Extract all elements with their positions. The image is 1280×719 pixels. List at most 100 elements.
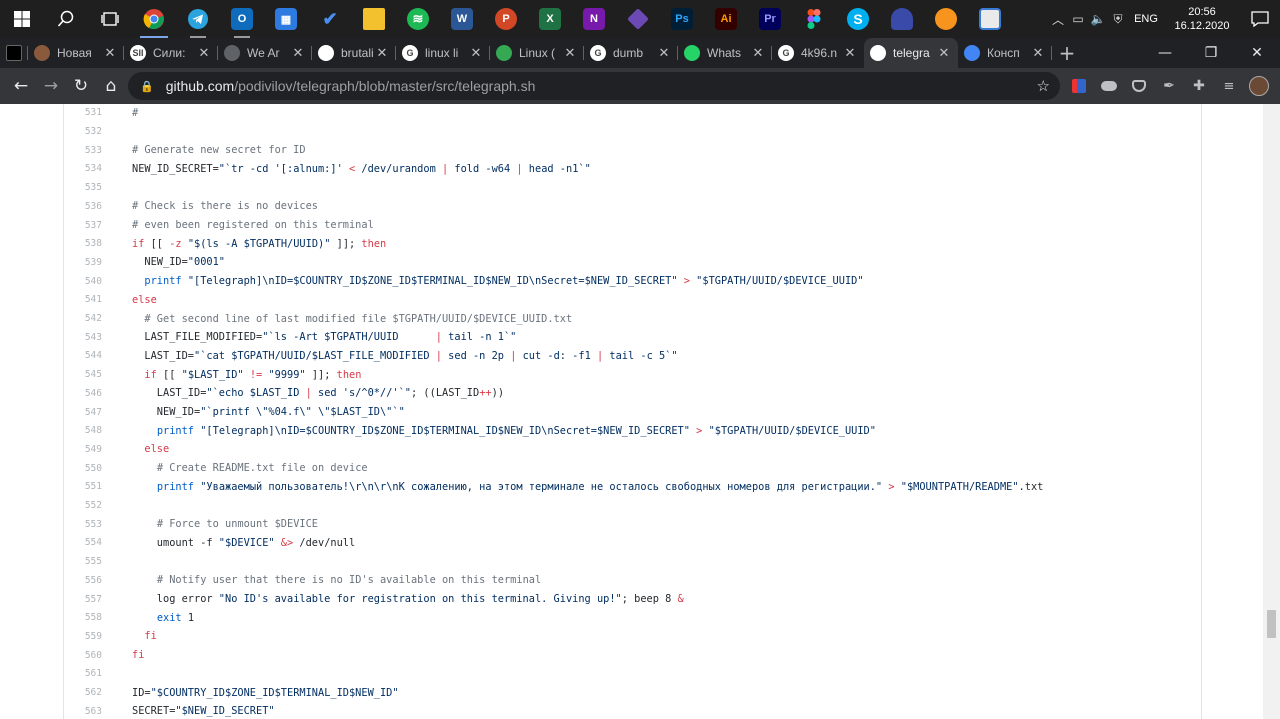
line-number[interactable]: 560 xyxy=(64,650,102,661)
maximize-icon[interactable]: ❐ xyxy=(1188,38,1234,68)
line-number[interactable]: 556 xyxy=(64,575,102,586)
line-number[interactable]: 547 xyxy=(64,407,102,418)
reload-icon[interactable]: ↻ xyxy=(66,68,96,104)
tab-close-icon[interactable]: ✕ xyxy=(656,45,672,61)
taskbar-file-explorer[interactable] xyxy=(352,0,396,38)
line-number[interactable]: 537 xyxy=(64,220,102,231)
extensions-puzzle-icon[interactable]: ✚ xyxy=(1184,68,1214,104)
line-number[interactable]: 543 xyxy=(64,332,102,343)
browser-tab[interactable]: Консп ✕ xyxy=(958,38,1052,68)
pocket-icon[interactable] xyxy=(1124,68,1154,104)
tab-close-icon[interactable]: ✕ xyxy=(936,45,952,61)
line-number[interactable]: 549 xyxy=(64,444,102,455)
line-number[interactable]: 563 xyxy=(64,706,102,717)
line-number[interactable]: 535 xyxy=(64,182,102,193)
line-number[interactable]: 559 xyxy=(64,631,102,642)
tab-close-icon[interactable]: ✕ xyxy=(468,45,484,61)
browser-tab[interactable]: telegra ✕ xyxy=(864,38,958,68)
taskbar-excel[interactable]: X xyxy=(528,0,572,38)
tab-close-icon[interactable]: ✕ xyxy=(842,45,858,61)
taskbar-outlook[interactable]: O xyxy=(220,0,264,38)
taskbar-chrome[interactable] xyxy=(132,0,176,38)
line-number[interactable]: 548 xyxy=(64,425,102,436)
battery-icon[interactable]: ▭ xyxy=(1068,0,1088,38)
back-arrow-icon[interactable]: ← xyxy=(6,68,36,104)
browser-tab[interactable]: Whats ✕ xyxy=(678,38,772,68)
language-indicator[interactable]: ENG xyxy=(1128,13,1164,25)
browser-tab[interactable]: SII Сили: ✕ xyxy=(124,38,218,68)
minimize-icon[interactable]: — xyxy=(1142,38,1188,68)
taskbar-onenote[interactable]: N xyxy=(572,0,616,38)
shield-icon[interactable]: ⛨ xyxy=(1108,0,1128,38)
task-view-button[interactable] xyxy=(88,0,132,38)
browser-tab[interactable]: Linux (✕ xyxy=(490,38,584,68)
line-number[interactable]: 532 xyxy=(64,126,102,137)
line-number[interactable]: 545 xyxy=(64,369,102,380)
line-number[interactable]: 538 xyxy=(64,238,102,249)
close-icon[interactable]: ✕ xyxy=(1234,38,1280,68)
browser-tab[interactable]: Новая ✕ xyxy=(28,38,124,68)
browser-tab[interactable] xyxy=(0,38,28,68)
line-number[interactable]: 558 xyxy=(64,612,102,623)
line-number[interactable]: 534 xyxy=(64,163,102,174)
line-number[interactable]: 561 xyxy=(64,668,102,679)
tab-close-icon[interactable]: ✕ xyxy=(562,45,578,61)
line-number[interactable]: 551 xyxy=(64,481,102,492)
line-number[interactable]: 542 xyxy=(64,313,102,324)
line-number[interactable]: 546 xyxy=(64,388,102,399)
notifications-button[interactable] xyxy=(1240,0,1280,38)
line-number[interactable]: 541 xyxy=(64,294,102,305)
volume-icon[interactable]: 🔈 xyxy=(1088,0,1108,38)
clock[interactable]: 20:56 16.12.2020 xyxy=(1164,5,1240,33)
chevron-up-icon[interactable]: ︿ xyxy=(1048,0,1068,38)
reading-list-icon[interactable]: ≡ xyxy=(1214,68,1244,104)
tab-close-icon[interactable]: ✕ xyxy=(196,45,212,61)
taskbar-calendar[interactable]: ▦ xyxy=(264,0,308,38)
browser-tab[interactable]: Gdumb ✕ xyxy=(584,38,678,68)
tab-close-icon[interactable]: ✕ xyxy=(102,45,118,61)
line-number[interactable]: 531 xyxy=(64,107,102,118)
browser-tab[interactable]: G 4k96.n ✕ xyxy=(772,38,864,68)
browser-tab[interactable]: brutali ✕ xyxy=(312,38,396,68)
tab-close-icon[interactable]: ✕ xyxy=(750,45,766,61)
taskbar-photoshop[interactable]: Ps xyxy=(660,0,704,38)
taskbar-todo[interactable]: ✔ xyxy=(308,0,352,38)
taskbar-spotify[interactable]: ≋ xyxy=(396,0,440,38)
taskbar-fl-studio[interactable] xyxy=(924,0,968,38)
line-number[interactable]: 557 xyxy=(64,594,102,605)
line-number[interactable]: 544 xyxy=(64,350,102,361)
line-number[interactable]: 536 xyxy=(64,201,102,212)
page-scrollbar[interactable] xyxy=(1263,104,1280,719)
browser-tab[interactable]: We Ar ✕ xyxy=(218,38,312,68)
line-number[interactable]: 539 xyxy=(64,257,102,268)
bookmark-star-icon[interactable]: ☆ xyxy=(1037,77,1050,95)
taskbar-word[interactable]: W xyxy=(440,0,484,38)
taskbar-obsidian[interactable] xyxy=(616,0,660,38)
scrollbar-thumb[interactable] xyxy=(1267,610,1276,638)
tab-close-icon[interactable]: ✕ xyxy=(374,45,390,61)
line-number[interactable]: 550 xyxy=(64,463,102,474)
extension-red-blue-icon[interactable] xyxy=(1064,68,1094,104)
extension-cloud-icon[interactable] xyxy=(1094,68,1124,104)
line-number[interactable]: 553 xyxy=(64,519,102,530)
new-tab-button[interactable]: + xyxy=(1052,38,1082,68)
search-button[interactable] xyxy=(44,0,88,38)
browser-tab[interactable]: Glinux li ✕ xyxy=(396,38,490,68)
taskbar-figma[interactable] xyxy=(792,0,836,38)
home-icon[interactable]: ⌂ xyxy=(96,68,126,104)
address-bar[interactable]: 🔒 github.com/podivilov/telegraph/blob/ma… xyxy=(128,72,1060,100)
taskbar-skype[interactable]: S xyxy=(836,0,880,38)
taskbar-premiere[interactable]: Pr xyxy=(748,0,792,38)
taskbar-powerpoint[interactable]: P xyxy=(484,0,528,38)
line-number[interactable]: 540 xyxy=(64,276,102,287)
tab-close-icon[interactable]: ✕ xyxy=(290,45,306,61)
taskbar-notepad[interactable] xyxy=(968,0,1012,38)
forward-arrow-icon[interactable]: → xyxy=(36,68,66,104)
line-number[interactable]: 554 xyxy=(64,537,102,548)
line-number[interactable]: 552 xyxy=(64,500,102,511)
taskbar-bowl-app[interactable] xyxy=(880,0,924,38)
extension-feather-icon[interactable]: ✒ xyxy=(1154,68,1184,104)
line-number[interactable]: 562 xyxy=(64,687,102,698)
line-number[interactable]: 533 xyxy=(64,145,102,156)
menu-kebab-icon[interactable]: ⋮ xyxy=(1274,68,1280,104)
